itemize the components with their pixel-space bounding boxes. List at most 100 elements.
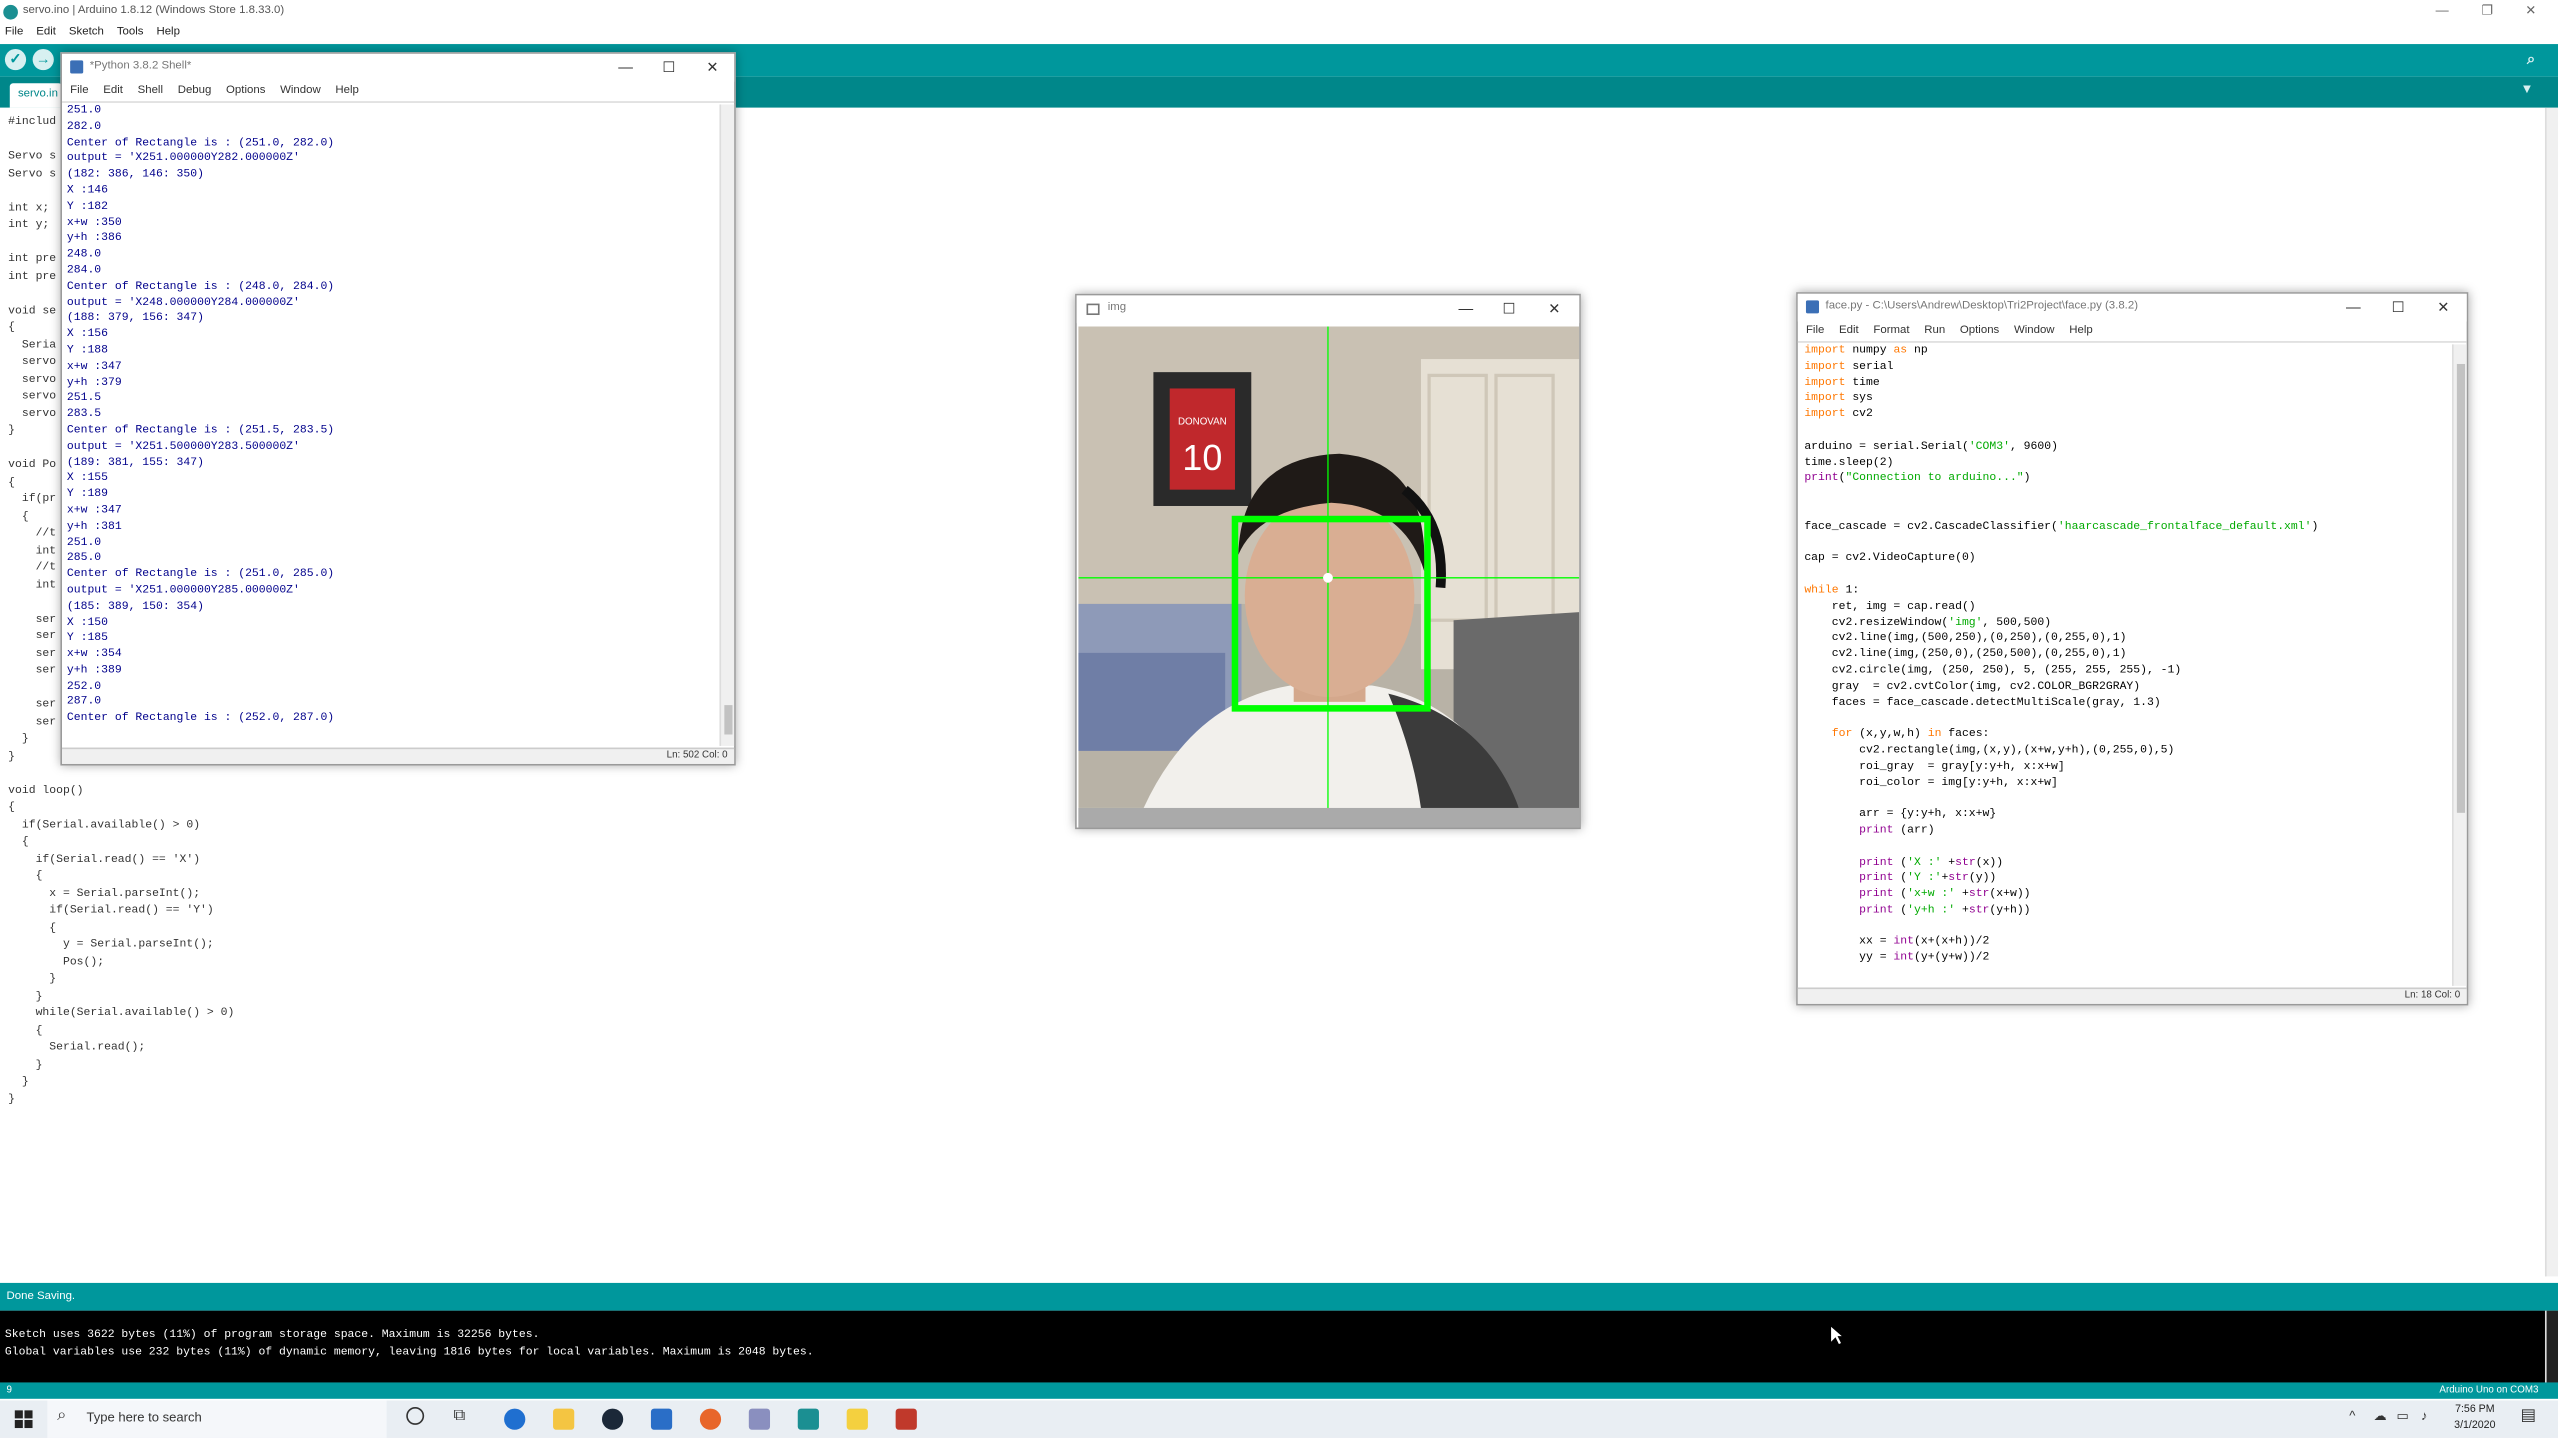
shell-output-line: Center of Rectangle is : (251.0, 282.0)	[66, 136, 335, 150]
file-explorer-icon[interactable]	[553, 1408, 575, 1430]
shell-maximize-icon[interactable]: ☐	[662, 54, 675, 80]
editor-menu-run[interactable]: Run	[1924, 325, 1945, 336]
menu-sketch[interactable]: Sketch	[69, 26, 104, 37]
img-window: img — ☐ ✕ DONOVAN 10	[1075, 293, 1581, 830]
shell-output-line: 251.5	[66, 392, 102, 406]
shell-output-line: 251.0	[66, 104, 102, 118]
mouse-cursor-icon	[1829, 1323, 1846, 1346]
img-maximize-icon[interactable]: ☐	[1503, 295, 1516, 321]
close-icon[interactable]: ✕	[2525, 0, 2536, 21]
windows-start-icon[interactable]	[14, 1410, 33, 1429]
shell-output-line: 283.5	[66, 408, 102, 422]
shell-scrollbar[interactable]	[719, 104, 735, 746]
shell-menu-window[interactable]: Window	[280, 85, 321, 96]
shell-menu-edit[interactable]: Edit	[103, 85, 123, 96]
face-py-editor-window: face.py - C:\Users\Andrew\Desktop\Tri2Pr…	[1796, 292, 2469, 1006]
arduino-editor-scrollbar[interactable]	[2544, 107, 2558, 1277]
shell-output-line: (185: 389, 150: 354)	[66, 600, 204, 614]
python-taskbar-icon[interactable]	[846, 1408, 868, 1430]
code-line: }	[8, 1058, 43, 1072]
network-icon[interactable]: ▭	[2397, 1409, 2409, 1424]
shell-output-line: Y :189	[66, 488, 109, 502]
python-shell-window: *Python 3.8.2 Shell* — ☐ ✕ File Edit Shell…	[60, 52, 736, 766]
minimize-icon[interactable]: —	[2436, 0, 2449, 21]
menu-tools[interactable]: Tools	[117, 26, 144, 37]
shell-output[interactable]: 251.0 282.0 Center of Rectangle is : (251.…	[67, 104, 720, 790]
tab-servo-ino[interactable]: servo.in	[9, 83, 62, 108]
editor-code-area[interactable]: import numpy as np import serial import …	[1804, 344, 2457, 968]
arduino-taskbar-icon[interactable]	[797, 1408, 819, 1430]
img-close-icon[interactable]: ✕	[1548, 295, 1560, 321]
onedrive-cloud-icon[interactable]: ☁	[2374, 1409, 2387, 1424]
cortana-icon[interactable]	[406, 1406, 425, 1425]
shell-status-bar: Ln: 502 Col: 0	[61, 747, 735, 764]
code-line: {	[8, 1024, 43, 1038]
center-point	[1323, 572, 1333, 583]
shell-minimize-icon[interactable]: —	[618, 54, 633, 80]
maximize-icon[interactable]: ❐	[2481, 0, 2493, 21]
shell-output-line: 284.0	[66, 264, 102, 278]
mail-icon[interactable]	[650, 1408, 673, 1430]
shell-output-line: output = 'X248.000000Y284.000000Z'	[66, 296, 300, 310]
editor-menu-options[interactable]: Options	[1960, 325, 1999, 336]
firefox-icon[interactable]	[699, 1408, 722, 1430]
shell-output-line: 252.0	[66, 680, 102, 694]
taskbar-time: 7:56 PM	[2455, 1403, 2495, 1416]
shell-output-line: Center of Rectangle is : (251.0, 285.0)	[66, 568, 335, 582]
arduino-console-output: Sketch uses 3622 bytes (11%) of program …	[0, 1310, 2545, 1383]
shell-scroll-thumb[interactable]	[724, 705, 733, 735]
shell-title-bar: *Python 3.8.2 Shell* — ☐ ✕	[61, 53, 735, 82]
windows-taskbar: ⌕ Type here to search ⧉ ^ ☁ ▭ ♪ 7:56 PM …	[0, 1400, 2558, 1438]
serial-monitor-icon[interactable]: ⌕	[2521, 49, 2542, 70]
notification-center-icon[interactable]: ▤	[2521, 1407, 2536, 1425]
editor-menu-help[interactable]: Help	[2069, 325, 2093, 336]
menu-help[interactable]: Help	[156, 26, 180, 37]
tab-menu-chevron-icon[interactable]: ▼	[2521, 82, 2534, 97]
taskbar-search-box[interactable]: ⌕ Type here to search	[47, 1400, 387, 1438]
upload-arrow-icon[interactable]: →	[32, 48, 54, 71]
python-file-icon	[1805, 300, 1820, 314]
shell-output-line: 287.0	[66, 696, 102, 710]
verify-check-icon[interactable]: ✓	[4, 48, 27, 71]
shell-output-line: x+w :354	[66, 648, 122, 662]
editor-scroll-thumb[interactable]	[2456, 363, 2466, 813]
editor-menu-format[interactable]: Format	[1873, 325, 1909, 336]
edge-browser-icon[interactable]	[504, 1408, 526, 1430]
shell-output-line: Y :188	[66, 344, 109, 358]
menu-file[interactable]: File	[5, 26, 23, 37]
shell-menu-help[interactable]: Help	[335, 85, 359, 96]
shell-output-line: X :150	[66, 616, 109, 630]
code-line: Serial.read();	[8, 1041, 146, 1055]
shell-menu-shell[interactable]: Shell	[138, 85, 163, 96]
shell-menu-options[interactable]: Options	[226, 85, 265, 96]
img-minimize-icon[interactable]: —	[1458, 295, 1473, 321]
menu-edit[interactable]: Edit	[36, 26, 56, 37]
task-view-icon[interactable]: ⧉	[454, 1407, 466, 1425]
shell-output-line: y+h :386	[66, 232, 122, 246]
shell-menu-file[interactable]: File	[70, 85, 88, 96]
image-window-icon	[1086, 303, 1100, 316]
editor-menu-edit[interactable]: Edit	[1839, 325, 1859, 336]
editor-menu-window[interactable]: Window	[2014, 325, 2055, 336]
editor-scrollbar[interactable]	[2451, 344, 2467, 986]
editor-maximize-icon[interactable]: ☐	[2392, 294, 2405, 320]
editor-status-bar: Ln: 18 Col: 0	[1797, 987, 2467, 1004]
shell-menu-bar: File Edit Shell Debug Options Window Help	[61, 82, 735, 103]
editor-close-icon[interactable]: ✕	[2437, 294, 2449, 320]
photos-app-icon[interactable]	[748, 1408, 771, 1430]
shell-close-icon[interactable]: ✕	[706, 54, 718, 80]
taskbar-clock[interactable]: 7:56 PM 3/1/2020	[2447, 1402, 2502, 1435]
show-hidden-icons-chevron-icon[interactable]: ^	[2349, 1409, 2355, 1424]
arduino-title-bar: servo.ino | Arduino 1.8.12 (Windows Stor…	[0, 0, 2558, 23]
red-app-taskbar-icon[interactable]	[895, 1408, 917, 1430]
code-line: }	[8, 1092, 16, 1106]
steam-icon[interactable]	[601, 1408, 624, 1430]
volume-icon[interactable]: ♪	[2421, 1409, 2428, 1424]
arduino-status-bar: Done Saving.	[0, 1282, 2558, 1311]
editor-menu-file[interactable]: File	[1806, 325, 1824, 336]
editor-minimize-icon[interactable]: —	[2346, 294, 2361, 320]
shell-output-line: 285.0	[66, 552, 102, 566]
shell-menu-debug[interactable]: Debug	[178, 85, 212, 96]
shell-output-line: y+h :381	[66, 520, 122, 534]
console-scrollbar[interactable]	[2544, 1310, 2558, 1383]
